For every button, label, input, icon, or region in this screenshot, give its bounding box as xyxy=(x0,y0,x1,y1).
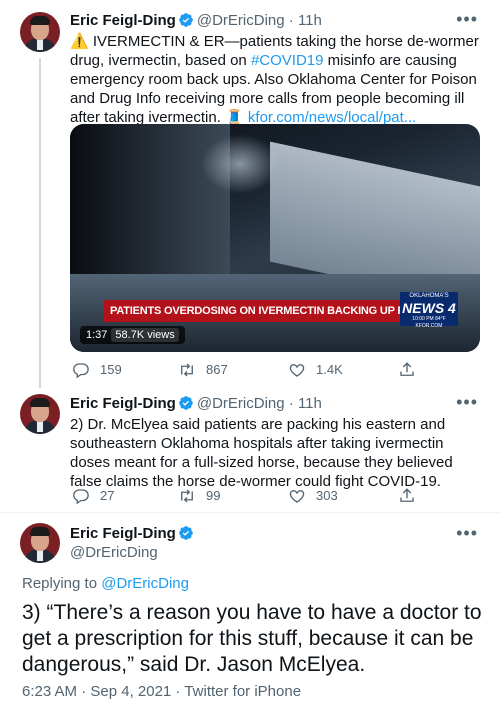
like-count: 1.4K xyxy=(316,362,343,377)
avatar[interactable] xyxy=(20,12,60,52)
share-button[interactable] xyxy=(398,361,426,379)
logo-top-text: OKLAHOMA'S xyxy=(409,293,449,299)
replying-to: Replying to @DrEricDing xyxy=(22,574,189,593)
tweet-divider xyxy=(0,512,500,513)
author-name[interactable]: Eric Feigl-Ding xyxy=(70,525,176,542)
like-button[interactable]: 303 xyxy=(288,487,338,505)
video-stats-badge: 1:37 58.7K views xyxy=(80,326,185,344)
share-icon xyxy=(400,362,414,376)
retweet-icon xyxy=(181,489,193,503)
tweet-time[interactable]: 11h xyxy=(298,395,322,412)
reply-count: 159 xyxy=(100,362,122,377)
replying-prefix: Replying to xyxy=(22,575,102,592)
tweet-timestamp[interactable]: 6:23 AM · Sep 4, 2021 · Twitter for iPho… xyxy=(22,682,301,701)
author-handle[interactable]: @DrEricDing xyxy=(70,543,158,562)
retweet-count: 867 xyxy=(206,362,228,377)
thread-connector xyxy=(39,58,41,388)
like-button[interactable]: 1.4K xyxy=(288,361,343,379)
retweet-button[interactable]: 99 xyxy=(178,487,220,505)
replying-handle-link[interactable]: @DrEricDing xyxy=(101,575,189,592)
action-bar: 27 99 303 xyxy=(70,487,420,507)
like-icon xyxy=(289,364,305,377)
video-frame-light xyxy=(200,134,280,194)
reply-count: 27 xyxy=(100,488,115,503)
separator-dot: · xyxy=(288,395,294,412)
logo-bottom-text: 10:00 PM 84°F KFOR.COM xyxy=(412,316,446,329)
tweet-time[interactable]: 11h xyxy=(298,12,322,29)
retweet-button[interactable]: 867 xyxy=(178,361,228,379)
tweet-text: 2) Dr. McElyea said patients are packing… xyxy=(70,416,453,490)
more-icon[interactable]: ••• xyxy=(456,524,478,542)
news-station-logo: OKLAHOMA'S NEWS 4 10:00 PM 84°F KFOR.COM xyxy=(400,292,458,329)
tweet-header: Eric Feigl-Ding @DrEricDing · 11h xyxy=(70,12,322,30)
author-handle[interactable]: @DrEricDing xyxy=(197,12,285,29)
avatar[interactable] xyxy=(20,523,60,563)
hashtag-link[interactable]: #COVID19 xyxy=(251,52,324,69)
news-chyron: PATIENTS OVERDOSING ON IVERMECTIN BACKIN… xyxy=(104,300,444,322)
main-tweet-text: 3) “There’s a reason you have to have a … xyxy=(22,601,482,676)
logo-main-text: NEWS 4 xyxy=(402,300,456,316)
retweet-count: 99 xyxy=(206,488,221,503)
main-author-row: Eric Feigl-Ding xyxy=(70,524,197,543)
tweet-header: Eric Feigl-Ding @DrEricDing · 11h xyxy=(70,395,322,413)
warning-icon: ⚠️ xyxy=(70,33,89,50)
reply-button[interactable]: 27 xyxy=(72,487,114,505)
verified-badge-icon xyxy=(179,526,193,540)
share-button[interactable] xyxy=(398,487,426,505)
video-duration: 1:37 xyxy=(86,329,108,341)
like-icon xyxy=(289,490,305,503)
retweet-icon xyxy=(181,363,193,377)
more-icon[interactable]: ••• xyxy=(456,10,478,28)
more-icon[interactable]: ••• xyxy=(456,393,478,411)
verified-badge-icon xyxy=(179,13,193,27)
avatar[interactable] xyxy=(20,394,60,434)
reply-button[interactable]: 159 xyxy=(72,361,122,379)
share-icon xyxy=(400,488,414,502)
author-handle[interactable]: @DrEricDing xyxy=(197,395,285,412)
verified-badge-icon xyxy=(179,396,193,410)
video-player[interactable]: PATIENTS OVERDOSING ON IVERMECTIN BACKIN… xyxy=(70,124,480,352)
separator-dot: · xyxy=(288,12,294,29)
like-count: 303 xyxy=(316,488,338,503)
tweet-text: ⚠️ IVERMECTIN & ER—patients taking the h… xyxy=(70,32,480,127)
video-views: 58.7K views xyxy=(111,328,179,342)
reply-icon xyxy=(73,489,89,505)
action-bar: 159 867 1.4K xyxy=(70,361,420,381)
author-name[interactable]: Eric Feigl-Ding xyxy=(70,12,176,29)
author-name[interactable]: Eric Feigl-Ding xyxy=(70,395,176,412)
reply-icon xyxy=(73,363,89,379)
